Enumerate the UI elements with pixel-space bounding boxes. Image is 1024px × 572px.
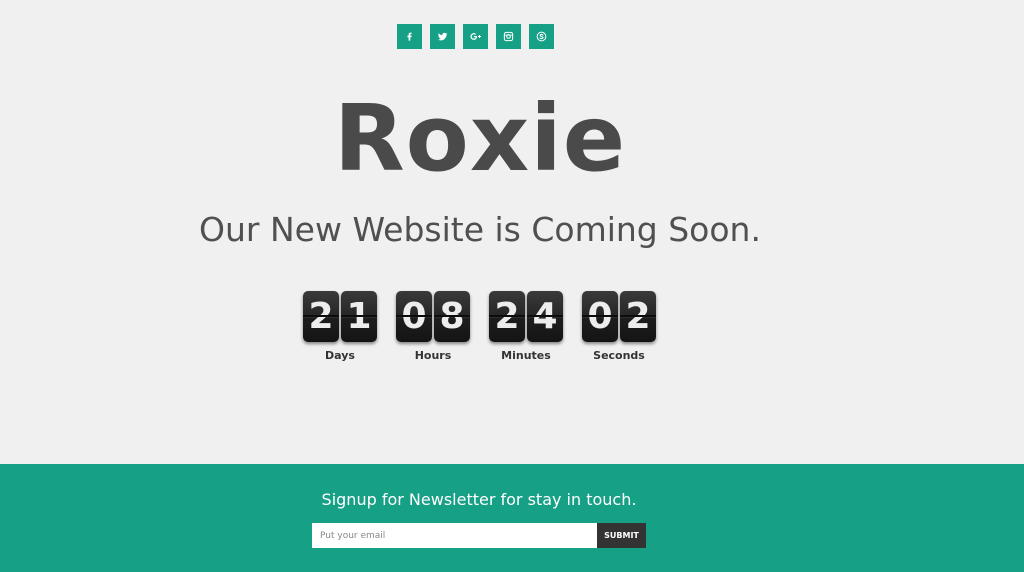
hours-digit-1: 0: [396, 291, 432, 342]
countdown-timer: 2 1 Days 0 8 Hours 2 4 Minutes 0 2 Secon…: [302, 291, 657, 362]
minutes-label: Minutes: [501, 349, 551, 362]
google-plus-link[interactable]: [463, 24, 488, 49]
seconds-digit-1: 0: [582, 291, 618, 342]
countdown-seconds: 0 2 Seconds: [581, 291, 657, 362]
facebook-icon: [407, 32, 412, 41]
countdown-days: 2 1 Days: [302, 291, 378, 362]
skype-icon: [536, 31, 547, 42]
social-links: [397, 24, 554, 49]
skype-link[interactable]: [529, 24, 554, 49]
twitter-link[interactable]: [430, 24, 455, 49]
newsletter-heading: Signup for Newsletter for stay in touch.: [321, 490, 637, 509]
countdown-hours: 0 8 Hours: [395, 291, 471, 362]
site-logo-title: Roxie: [333, 85, 627, 192]
days-label: Days: [325, 349, 355, 362]
newsletter-form: SUBMIT: [312, 523, 646, 548]
newsletter-section: Signup for Newsletter for stay in touch.…: [0, 464, 1024, 572]
google-plus-icon: [470, 33, 481, 40]
facebook-link[interactable]: [397, 24, 422, 49]
minutes-digit-1: 2: [489, 291, 525, 342]
days-digit-2: 1: [341, 291, 377, 342]
email-input[interactable]: [312, 523, 597, 548]
seconds-digit-2: 2: [620, 291, 656, 342]
seconds-label: Seconds: [593, 349, 645, 362]
submit-button[interactable]: SUBMIT: [597, 523, 646, 548]
coming-soon-tagline: Our New Website is Coming Soon.: [199, 210, 761, 249]
hours-digit-2: 8: [434, 291, 470, 342]
days-digit-1: 2: [303, 291, 339, 342]
countdown-minutes: 2 4 Minutes: [488, 291, 564, 362]
minutes-digit-2: 4: [527, 291, 563, 342]
twitter-icon: [437, 32, 448, 41]
hours-label: Hours: [414, 349, 452, 362]
instagram-icon: [503, 31, 514, 42]
instagram-link[interactable]: [496, 24, 521, 49]
